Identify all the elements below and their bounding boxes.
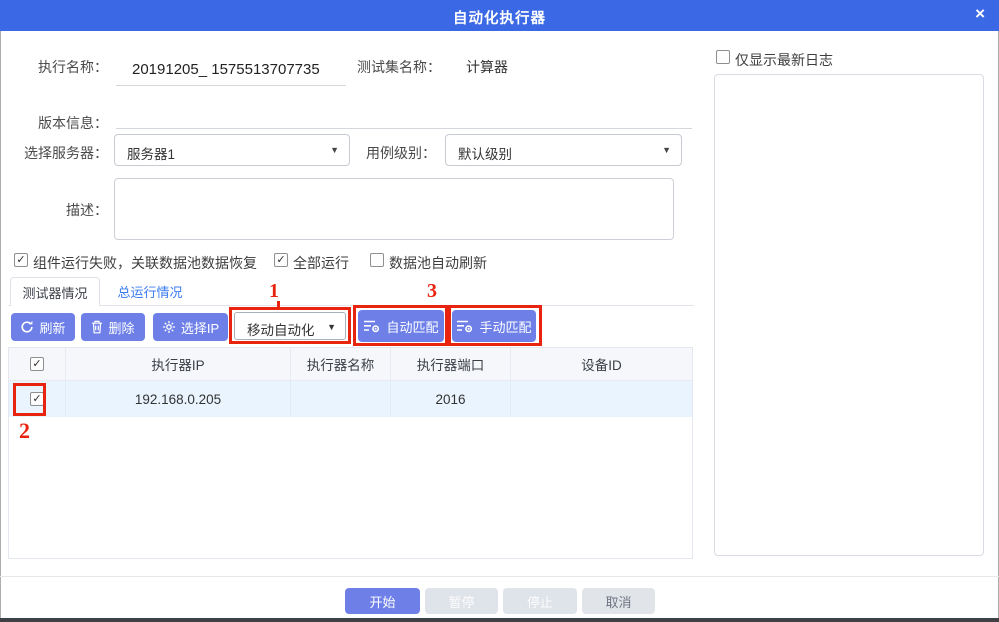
option-recover-datapool-label: 组件运行失败，关联数据池数据恢复: [33, 253, 257, 273]
exec-name-label: 执行名称：: [8, 57, 108, 77]
version-label: 版本信息：: [8, 113, 108, 133]
refresh-button-label: 刷新: [39, 318, 65, 337]
description-textarea[interactable]: [114, 178, 674, 240]
chevron-down-icon: ▼: [662, 145, 671, 155]
tab-executor-status[interactable]: 测试器情况: [10, 277, 100, 306]
filter-settings-icon: [363, 319, 380, 333]
version-input[interactable]: [116, 96, 692, 129]
tabbar-divider: [8, 305, 694, 306]
log-output-area[interactable]: [714, 74, 984, 556]
tab-overall-run-status[interactable]: 总运行情况: [106, 277, 194, 306]
refresh-button[interactable]: 刷新: [11, 313, 75, 341]
test-set-value: 计算器: [466, 57, 508, 77]
header-executor-ip: 执行器IP: [66, 348, 291, 380]
row-checkbox-cell: ✓: [9, 381, 66, 417]
test-set-label: 测试集名称：: [357, 57, 441, 77]
row-executor-name: [291, 381, 391, 417]
manual-match-button-label: 手动匹配: [479, 317, 531, 336]
close-icon[interactable]: ×: [975, 4, 985, 24]
refresh-icon: [20, 320, 34, 334]
select-all-checkbox[interactable]: ✓: [30, 357, 44, 371]
header-select-all-cell: ✓: [9, 348, 66, 380]
case-level-select-value: 默认级别: [458, 143, 512, 163]
filter-settings-icon: [456, 319, 473, 333]
exec-name-input[interactable]: 20191205_ 1575513707735: [116, 52, 346, 86]
only-latest-log-checkbox[interactable]: [716, 50, 730, 64]
auto-match-button[interactable]: 自动匹配: [358, 310, 444, 342]
row-checkbox[interactable]: ✓: [30, 392, 44, 406]
cancel-button[interactable]: 取消: [582, 588, 655, 614]
footer-divider: [0, 576, 999, 577]
option-run-all-label: 全部运行: [293, 253, 349, 273]
option-auto-refresh-label: 数据池自动刷新: [389, 253, 487, 273]
dialog-title: 自动化执行器: [0, 7, 999, 28]
annotation-pointer-1: [277, 301, 280, 308]
mode-select[interactable]: 移动自动化 ▼: [234, 312, 346, 340]
only-latest-log-label: 仅显示最新日志: [735, 50, 833, 70]
description-label: 描述：: [8, 200, 108, 220]
server-label: 选择服务器：: [8, 143, 108, 163]
option-run-all-checkbox[interactable]: ✓: [274, 253, 288, 267]
row-executor-ip: 192.168.0.205: [66, 381, 291, 417]
manual-match-button[interactable]: 手动匹配: [452, 310, 536, 342]
window-bottom-edge: [0, 618, 999, 622]
option-auto-refresh-checkbox[interactable]: [370, 253, 384, 267]
option-recover-datapool-checkbox[interactable]: ✓: [14, 253, 28, 267]
executor-table: ✓ 执行器IP 执行器名称 执行器端口 设备ID ✓ 192.168.0.205…: [8, 347, 693, 559]
stop-button[interactable]: 停止: [503, 588, 577, 614]
header-executor-name: 执行器名称: [291, 348, 391, 380]
annotation-number-2: 2: [19, 418, 30, 444]
case-level-select[interactable]: 默认级别 ▼: [445, 134, 682, 166]
dialog-titlebar: 自动化执行器 ×: [0, 0, 999, 31]
case-level-label: 用例级别：: [366, 143, 436, 163]
gear-icon: [162, 320, 176, 334]
pause-button[interactable]: 暂停: [425, 588, 498, 614]
executor-table-header: ✓ 执行器IP 执行器名称 执行器端口 设备ID: [9, 348, 692, 381]
annotation-number-1: 1: [269, 280, 279, 303]
table-row[interactable]: ✓ 192.168.0.205 2016: [9, 381, 692, 417]
annotation-number-3: 3: [427, 280, 437, 303]
delete-button[interactable]: 删除: [81, 313, 145, 341]
exec-name-value: 20191205_ 1575513707735: [132, 61, 320, 78]
header-device-id: 设备ID: [511, 348, 692, 380]
row-device-id: [511, 381, 692, 417]
delete-button-label: 删除: [108, 318, 134, 337]
server-select-value: 服务器1: [127, 143, 175, 163]
select-ip-button[interactable]: 选择IP: [153, 313, 228, 341]
start-button[interactable]: 开始: [345, 588, 420, 614]
automation-executor-dialog: 自动化执行器 × 执行名称： 20191205_ 1575513707735 测…: [0, 0, 999, 622]
row-executor-port: 2016: [391, 381, 511, 417]
auto-match-button-label: 自动匹配: [386, 317, 438, 336]
header-executor-port: 执行器端口: [391, 348, 511, 380]
trash-icon: [91, 320, 103, 334]
chevron-down-icon: ▼: [327, 322, 336, 332]
select-ip-button-label: 选择IP: [181, 318, 219, 337]
server-select[interactable]: 服务器1 ▼: [114, 134, 350, 166]
chevron-down-icon: ▼: [330, 145, 339, 155]
mode-select-value: 移动自动化: [247, 319, 315, 339]
